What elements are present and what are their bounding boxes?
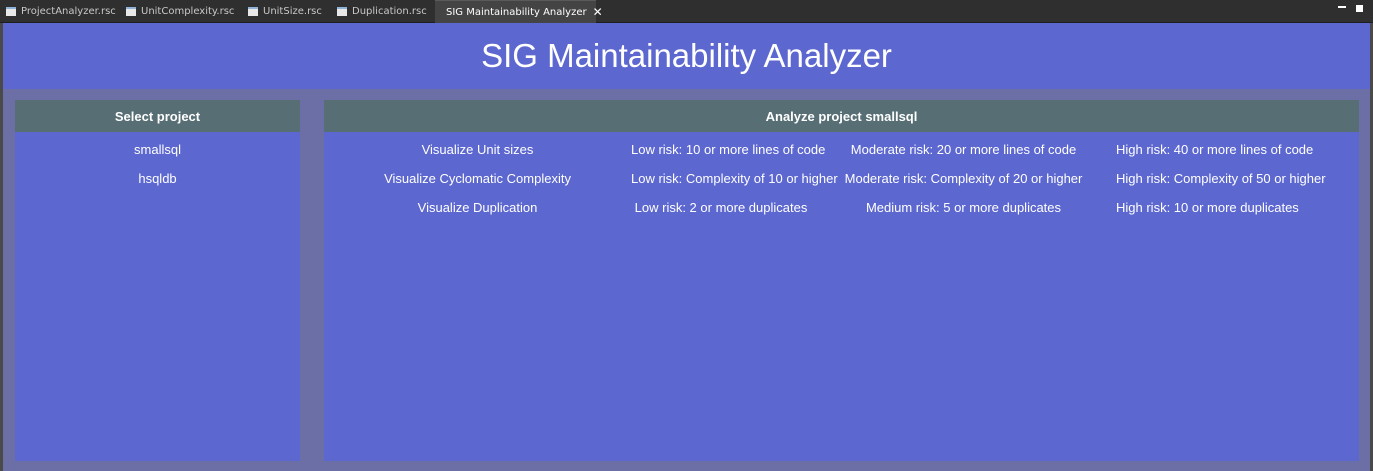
file-icon (6, 7, 16, 16)
project-item-hsqldb[interactable]: hsqldb (15, 170, 300, 199)
file-icon (337, 7, 347, 16)
complexity-moderate-risk-link[interactable]: Moderate risk: Complexity of 20 or highe… (811, 170, 1116, 199)
viz-row-duplication: Visualize Duplication Low risk: 2 or mor… (324, 199, 1359, 228)
project-item-smallsql[interactable]: smallsql (15, 141, 300, 170)
complexity-low-risk-link[interactable]: Low risk: Complexity of 10 or higher (631, 170, 838, 199)
tab-label: Duplication.rsc (352, 6, 427, 17)
editor-tab-bar: ProjectAnalyzer.rsc UnitComplexity.rsc U… (0, 0, 1373, 23)
file-icon (126, 7, 136, 16)
duplication-low-risk-link[interactable]: Low risk: 2 or more duplicates (631, 199, 811, 228)
tab-unit-complexity[interactable]: UnitComplexity.rsc (126, 0, 234, 23)
duplication-medium-risk-link[interactable]: Medium risk: 5 or more duplicates (811, 199, 1116, 228)
visualize-complexity-link[interactable]: Visualize Cyclomatic Complexity (324, 170, 631, 199)
tab-label: UnitComplexity.rsc (141, 6, 235, 17)
tab-label: SIG Maintainability Analyzer (446, 6, 587, 18)
analysis-header: Analyze project smallsql (324, 100, 1359, 132)
app-view: SIG Maintainability Analyzer Select proj… (0, 23, 1373, 471)
viz-row-complexity: Visualize Cyclomatic Complexity Low risk… (324, 170, 1359, 199)
duplication-high-risk-link[interactable]: High risk: 10 or more duplicates (1116, 199, 1299, 228)
project-selector-panel: Select project smallsql hsqldb (15, 100, 300, 461)
visualize-unit-sizes-link[interactable]: Visualize Unit sizes (324, 141, 631, 170)
viz-row-unit-size: Visualize Unit sizes Low risk: 10 or mor… (324, 141, 1359, 170)
tab-label: UnitSize.rsc (263, 6, 322, 17)
unit-size-high-risk-link[interactable]: High risk: 40 or more lines of code (1116, 141, 1313, 170)
minimize-icon[interactable] (1338, 6, 1346, 8)
unit-size-moderate-risk-link[interactable]: Moderate risk: 20 or more lines of code (811, 141, 1116, 170)
complexity-high-risk-link[interactable]: High risk: Complexity of 50 or higher (1116, 170, 1326, 199)
visualize-duplication-link[interactable]: Visualize Duplication (324, 199, 631, 228)
maximize-icon[interactable] (1356, 5, 1363, 12)
tab-project-analyzer[interactable]: ProjectAnalyzer.rsc (6, 0, 116, 23)
close-icon[interactable]: ✕ (593, 6, 603, 18)
analysis-panel: Analyze project smallsql Visualize Unit … (324, 100, 1359, 461)
tab-duplication[interactable]: Duplication.rsc (337, 0, 427, 23)
tab-sig-maintainability-analyzer[interactable]: SIG Maintainability Analyzer ✕ (435, 0, 603, 23)
unit-size-low-risk-link[interactable]: Low risk: 10 or more lines of code (631, 141, 825, 170)
tab-label: ProjectAnalyzer.rsc (21, 6, 116, 17)
tab-unit-size[interactable]: UnitSize.rsc (248, 0, 322, 23)
visualization-grid: Visualize Unit sizes Low risk: 10 or mor… (324, 132, 1359, 228)
project-selector-header: Select project (15, 100, 300, 132)
file-icon (248, 7, 258, 16)
page-title: SIG Maintainability Analyzer (3, 23, 1370, 89)
project-list: smallsql hsqldb (15, 132, 300, 199)
